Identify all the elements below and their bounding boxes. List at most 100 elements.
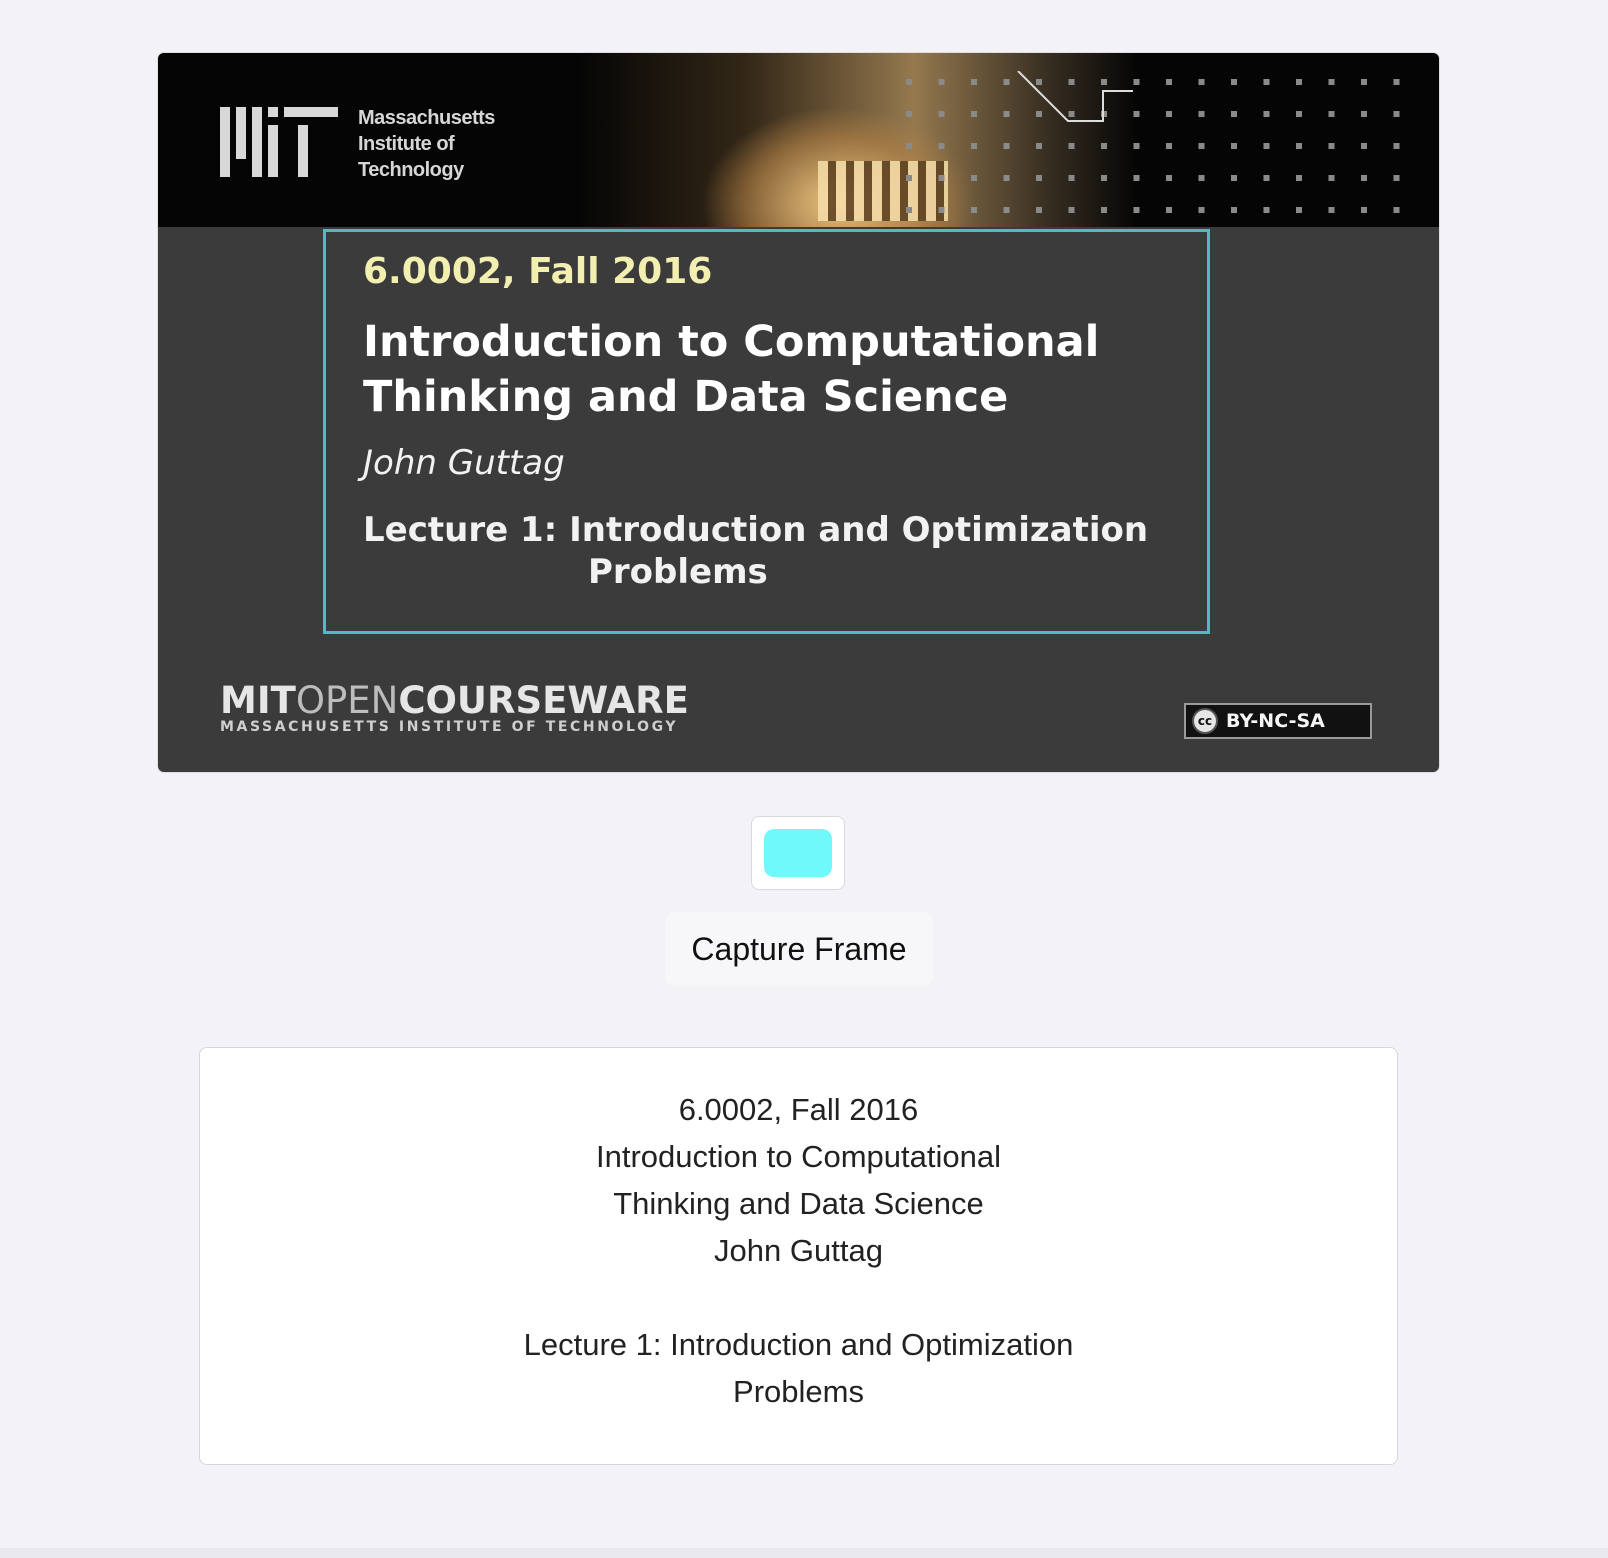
grid-dot [1036,143,1042,149]
result-line: John Guttag [714,1233,883,1268]
grid-dot [1328,207,1335,213]
result-line: Thinking and Data Science [613,1186,984,1221]
dot-grid-graphic [906,71,1400,213]
grid-dot [1263,175,1270,181]
slide-lecture-line: Problems [588,552,768,592]
grid-dot [1101,143,1107,149]
grid-dot [1361,207,1367,213]
grid-dot [971,79,977,85]
grid-dot [1166,175,1172,181]
color-picker-button[interactable] [751,816,845,890]
grid-dot [1393,175,1400,181]
grid-dot [906,111,912,117]
grid-dot [938,143,945,149]
grid-dot [1328,79,1335,85]
result-line: 6.0002, Fall 2016 [678,1092,919,1127]
slide-title-line: Introduction to Computational [363,317,1100,367]
grid-dot [1133,207,1140,213]
slide-course: 6.0002, Fall 2016 [363,251,713,292]
grid-dot [1296,111,1302,117]
result-line: Introduction to Computational [596,1139,1001,1174]
grid-dot [1068,143,1075,149]
grid-dot [1133,143,1140,149]
grid-dot [1328,143,1335,149]
grid-dot [906,143,912,149]
ocr-result-panel: 6.0002, Fall 2016 Introduction to Comput… [199,1047,1398,1465]
grid-dot [1361,175,1367,181]
grid-dot [1198,175,1205,181]
grid-dot [971,207,977,213]
capture-frame-button[interactable]: Capture Frame [665,912,933,986]
grid-dot [906,207,912,213]
mit-word-line: Technology [358,159,464,181]
grid-dot [1198,111,1205,117]
grid-dot [1101,175,1107,181]
grid-dot [1036,175,1042,181]
grid-dot [1166,143,1172,149]
grid-dot [1133,79,1140,85]
grid-dot [938,175,945,181]
grid-dot [1393,79,1400,85]
grid-dot [1036,79,1042,85]
grid-dot [1003,111,1010,117]
grid-dot [938,111,945,117]
grid-dot [1133,175,1140,181]
grid-dot [1198,207,1205,213]
grid-dot [1328,175,1335,181]
grid-dot [1263,79,1270,85]
grid-dot [1166,111,1172,117]
license-text: BY-NC-SA [1226,710,1325,732]
color-swatch [764,829,832,877]
bottom-edge [0,1548,1608,1558]
ocw-subtitle: MASSACHUSETTS INSTITUTE OF TECHNOLOGY [220,719,679,735]
grid-dot [1198,143,1205,149]
video-player[interactable]: Massachusetts Institute of Technology 6.… [158,53,1439,772]
grid-dot [971,111,977,117]
ocw-logo: MITOPENCOURSEWARE MASSACHUSETTS INSTITUT… [220,679,689,736]
ocw-mit: MIT [220,679,296,722]
grid-dot [1133,111,1140,117]
grid-dot [1068,79,1075,85]
grid-dot [1068,175,1075,181]
mit-wordmark: Massachusetts Institute of Technology [358,105,495,183]
slide-author: John Guttag [363,443,565,483]
ocw-open: OPEN [295,679,399,722]
mit-logo-icon [220,107,338,177]
grid-dot [1166,79,1172,85]
grid-dot [906,175,912,181]
grid-dot [1328,111,1335,117]
grid-dot [1393,207,1400,213]
mit-word-line: Institute of [358,133,455,155]
grid-dot [1003,79,1010,85]
result-line: Problems [733,1374,864,1409]
grid-dot [1036,111,1042,117]
grid-dot [971,143,977,149]
grid-dot [1263,143,1270,149]
creative-commons-icon: cc [1192,708,1218,734]
grid-dot [1231,111,1237,117]
mit-banner: Massachusetts Institute of Technology [158,53,1439,227]
grid-dot [1361,111,1367,117]
grid-dot [1231,207,1237,213]
grid-dot [1263,207,1270,213]
ocw-courseware: COURSEWARE [398,679,689,722]
grid-dot [906,79,912,85]
slide-lecture: Lecture 1: Introduction and Optimization… [363,509,1203,593]
grid-dot [1296,175,1302,181]
slide-title: Introduction to Computational Thinking a… [363,315,1213,425]
grid-dot [1101,79,1107,85]
grid-dot [1361,79,1367,85]
slide-lecture-line: Lecture 1: Introduction and Optimization [363,510,1149,550]
grid-dot [938,79,945,85]
grid-dot [1198,79,1205,85]
grid-dot [1393,111,1400,117]
grid-dot [1296,79,1302,85]
grid-dot [1231,79,1237,85]
grid-dot [1296,207,1302,213]
grid-dot [971,175,977,181]
mit-word-line: Massachusetts [358,107,495,129]
grid-dot [1003,207,1010,213]
grid-dot [1296,143,1302,149]
grid-dot [1263,111,1270,117]
result-line: Lecture 1: Introduction and Optimization [523,1327,1074,1362]
